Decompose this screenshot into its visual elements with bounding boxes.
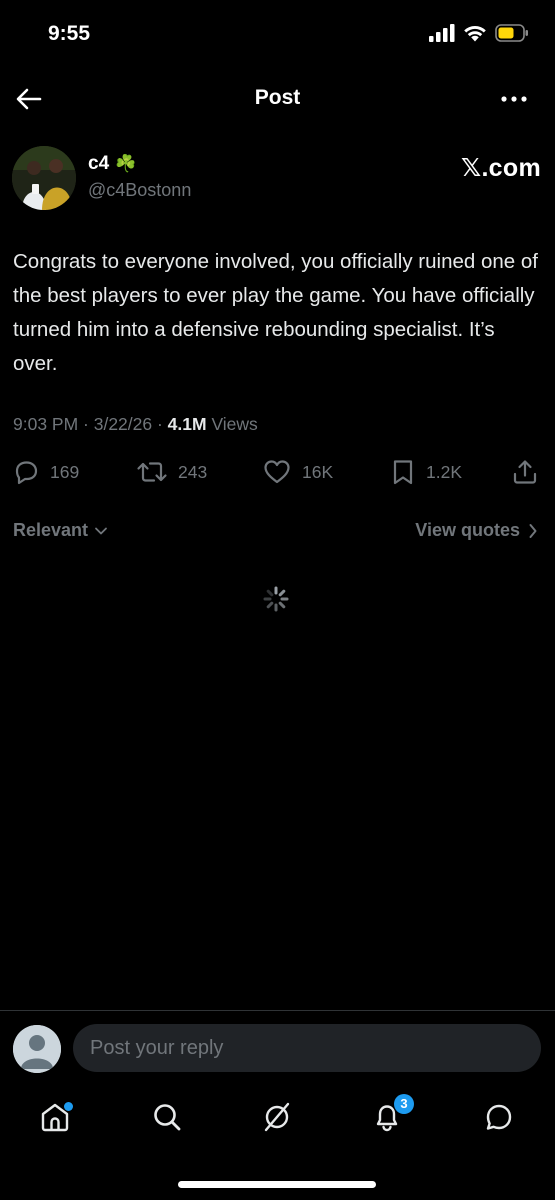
like-count: 16K bbox=[302, 461, 334, 482]
sort-dropdown[interactable]: Relevant bbox=[13, 520, 108, 541]
share-button[interactable] bbox=[511, 458, 539, 486]
tab-search[interactable] bbox=[150, 1100, 184, 1134]
messages-icon bbox=[486, 1104, 512, 1130]
post-actions: 169 243 16K 1.2K bbox=[12, 458, 542, 490]
post-timestamp: 9:03 PM · 3/22/26 · bbox=[13, 414, 168, 434]
repost-button[interactable]: 243 bbox=[136, 458, 207, 486]
bookmark-button[interactable]: 1.2K bbox=[390, 458, 462, 486]
reply-composer: Post your reply bbox=[0, 1010, 555, 1085]
post-body: Congrats to everyone involved, you offic… bbox=[13, 250, 538, 375]
author-handle[interactable]: @c4Bostonn bbox=[88, 180, 191, 201]
bookmark-icon bbox=[393, 460, 413, 485]
bookmark-count: 1.2K bbox=[426, 461, 462, 482]
status-time: 9:55 bbox=[48, 22, 91, 45]
repost-icon bbox=[137, 462, 167, 482]
views-count: 4.1M bbox=[167, 414, 207, 434]
views-label: Views bbox=[206, 414, 258, 434]
signal-icon bbox=[429, 24, 455, 42]
tab-home[interactable] bbox=[38, 1100, 73, 1134]
author-name[interactable]: c4 ☘️ bbox=[88, 153, 136, 175]
heart-icon bbox=[264, 460, 290, 484]
battery-icon bbox=[495, 24, 528, 42]
search-icon bbox=[154, 1104, 181, 1131]
post-meta: 9:03 PM · 3/22/26 · 4.1M Views bbox=[13, 414, 258, 435]
more-icon[interactable] bbox=[499, 86, 529, 112]
home-unread-dot bbox=[64, 1102, 73, 1111]
status-bar: 9:55 bbox=[0, 0, 555, 70]
loading-spinner-icon bbox=[263, 586, 289, 612]
notifications-badge: 3 bbox=[394, 1094, 414, 1114]
sort-label: Relevant bbox=[13, 520, 89, 540]
repost-count: 243 bbox=[178, 461, 208, 482]
tab-notifications[interactable]: 3 bbox=[370, 1094, 414, 1134]
author-avatar[interactable] bbox=[12, 146, 76, 210]
view-quotes-label: View quotes bbox=[415, 520, 520, 540]
reply-button[interactable]: 169 bbox=[12, 458, 79, 486]
replies-header: Relevant View quotes bbox=[13, 520, 538, 546]
home-indicator bbox=[178, 1181, 376, 1188]
post-author: c4 ☘️ @c4Bostonn 𝕏.com bbox=[12, 146, 542, 214]
wifi-icon bbox=[464, 26, 486, 42]
user-avatar[interactable] bbox=[13, 1025, 61, 1073]
view-quotes-link[interactable]: View quotes bbox=[415, 520, 538, 541]
x-com-logo: 𝕏.com bbox=[461, 154, 541, 182]
reply-input[interactable]: Post your reply bbox=[73, 1024, 541, 1072]
like-button[interactable]: 16K bbox=[262, 458, 333, 486]
nav-header: Post bbox=[0, 70, 555, 128]
grok-icon bbox=[264, 1102, 290, 1132]
reply-count: 169 bbox=[50, 461, 80, 482]
tab-grok[interactable] bbox=[260, 1100, 294, 1134]
share-icon bbox=[513, 460, 537, 484]
bottom-tab-bar: 3 bbox=[0, 1088, 555, 1148]
page-title: Post bbox=[254, 86, 301, 109]
reply-icon bbox=[15, 461, 38, 485]
chevron-down-icon bbox=[95, 527, 107, 534]
chevron-right-icon bbox=[529, 523, 537, 538]
shamrock-emoji: ☘️ bbox=[115, 154, 137, 173]
tab-messages[interactable] bbox=[482, 1100, 516, 1134]
author-display-name: c4 bbox=[88, 153, 110, 174]
status-icons bbox=[429, 24, 529, 42]
